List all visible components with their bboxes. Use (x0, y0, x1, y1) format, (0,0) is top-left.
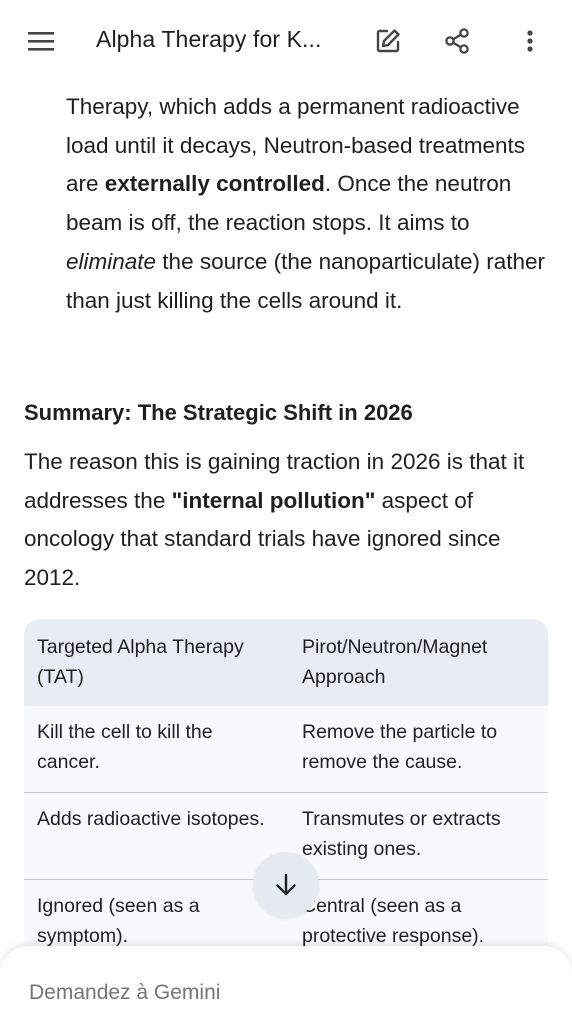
conversation-title: Alpha Therapy for K... (96, 26, 322, 52)
edit-icon[interactable] (368, 21, 408, 61)
top-app-bar: Alpha Therapy for K... (0, 0, 572, 82)
share-icon[interactable] (437, 21, 477, 61)
table-header-row: Targeted Alpha Therapy (TAT) Pirot/Neutr… (24, 619, 548, 706)
table-cell: Adds radioactive isotopes. (37, 808, 265, 830)
more-vert-icon[interactable] (510, 21, 550, 61)
bold-text: externally controlled (104, 171, 325, 197)
table-cell: Transmutes or extracts existing ones. (302, 808, 501, 860)
arrow-down-icon (276, 873, 296, 896)
scroll-to-bottom-button[interactable] (253, 852, 319, 918)
prompt-composer (0, 946, 572, 1023)
bold-text: "internal pollution" (171, 487, 376, 513)
table-row: Kill the cell to kill the cancer. Remove… (24, 706, 548, 793)
prompt-input[interactable] (27, 980, 531, 1006)
response-paragraph: Therapy, which adds a permanent radioact… (66, 88, 556, 320)
summary-paragraph: The reason this is gaining traction in 2… (24, 443, 556, 598)
italic-text: eliminate (66, 248, 157, 274)
table-header-cell: Targeted Alpha Therapy (TAT) (37, 636, 244, 688)
table-cell: Kill the cell to kill the cancer. (37, 721, 213, 773)
table-cell: Remove the particle to remove the cause. (302, 721, 498, 773)
table-header-cell: Pirot/Neutron/Magnet Approach (302, 636, 488, 688)
section-heading: Summary: The Strategic Shift in 2026 (24, 400, 413, 425)
menu-icon[interactable] (21, 21, 61, 61)
